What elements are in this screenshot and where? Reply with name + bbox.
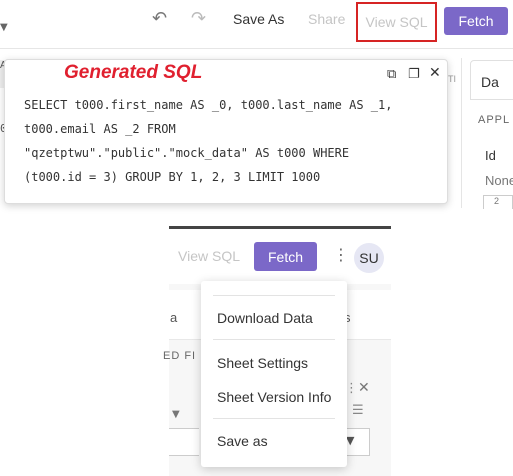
sql-line: (t000.id = 3) GROUP BY 1, 2, 3 LIMIT 100… (24, 170, 321, 184)
sql-popup-title: Generated SQL (64, 62, 203, 83)
filter-field[interactable] (169, 428, 199, 456)
applied-section-label: APPL (478, 114, 511, 126)
sql-code-block: SELECT t000.first_name AS _0, t000.last_… (24, 93, 444, 189)
sql-line: "qzetptwu"."public"."mock_data" AS t000 … (24, 146, 350, 160)
filter-field-label: Id (485, 148, 496, 163)
close-icon[interactable]: ✕ (358, 380, 370, 396)
sql-line: SELECT t000.first_name AS _0, t000.last_… (24, 98, 393, 112)
external-link-icon[interactable]: ⧉ (387, 67, 396, 82)
kebab-menu-icon[interactable]: ⋮ (333, 245, 349, 265)
menu-item-download-data[interactable]: Download Data (217, 310, 313, 326)
applied-filters-label: ED FI (163, 350, 197, 362)
caret-down-icon[interactable]: ▼ (172, 409, 180, 420)
view-sql-button[interactable]: View SQL (178, 248, 240, 264)
redo-icon[interactable]: ↷ (191, 8, 206, 29)
fetch-button[interactable]: Fetch (444, 7, 508, 35)
copy-icon[interactable]: ❐ (408, 67, 420, 82)
menu-item-sheet-version-info[interactable]: Sheet Version Info (217, 389, 331, 405)
toolbar-divider (0, 48, 513, 49)
column-header-fragment: TI (448, 74, 456, 84)
close-icon[interactable]: ✕ (429, 65, 441, 81)
undo-icon[interactable]: ↶ (152, 8, 167, 29)
filter-input[interactable]: 2 (483, 195, 513, 209)
filter-field-value: None (485, 173, 513, 188)
menu-divider (213, 295, 335, 296)
sql-line: t000.email AS _2 FROM (24, 122, 176, 136)
generated-sql-popup: Generated SQL ⧉ ❐ ✕ SELECT t000.first_na… (4, 59, 448, 204)
fetch-button[interactable]: Fetch (254, 242, 317, 271)
share-button[interactable]: Share (308, 11, 345, 27)
view-sql-button[interactable]: View SQL (356, 2, 437, 42)
chevron-down-icon[interactable]: ▼ (0, 22, 8, 33)
menu-item-sheet-settings[interactable]: Sheet Settings (217, 355, 308, 371)
chevron-down-icon: ▼ (346, 434, 355, 447)
tab-data[interactable]: Da (470, 60, 513, 100)
tab-fragment-a[interactable]: a (170, 310, 177, 325)
save-as-button[interactable]: Save As (233, 11, 284, 27)
menu-divider (213, 339, 335, 340)
avatar[interactable]: SU (354, 243, 384, 273)
list-icon[interactable]: ☰ (352, 403, 364, 418)
menu-divider (213, 418, 335, 419)
menu-item-save-as[interactable]: Save as (217, 433, 268, 449)
